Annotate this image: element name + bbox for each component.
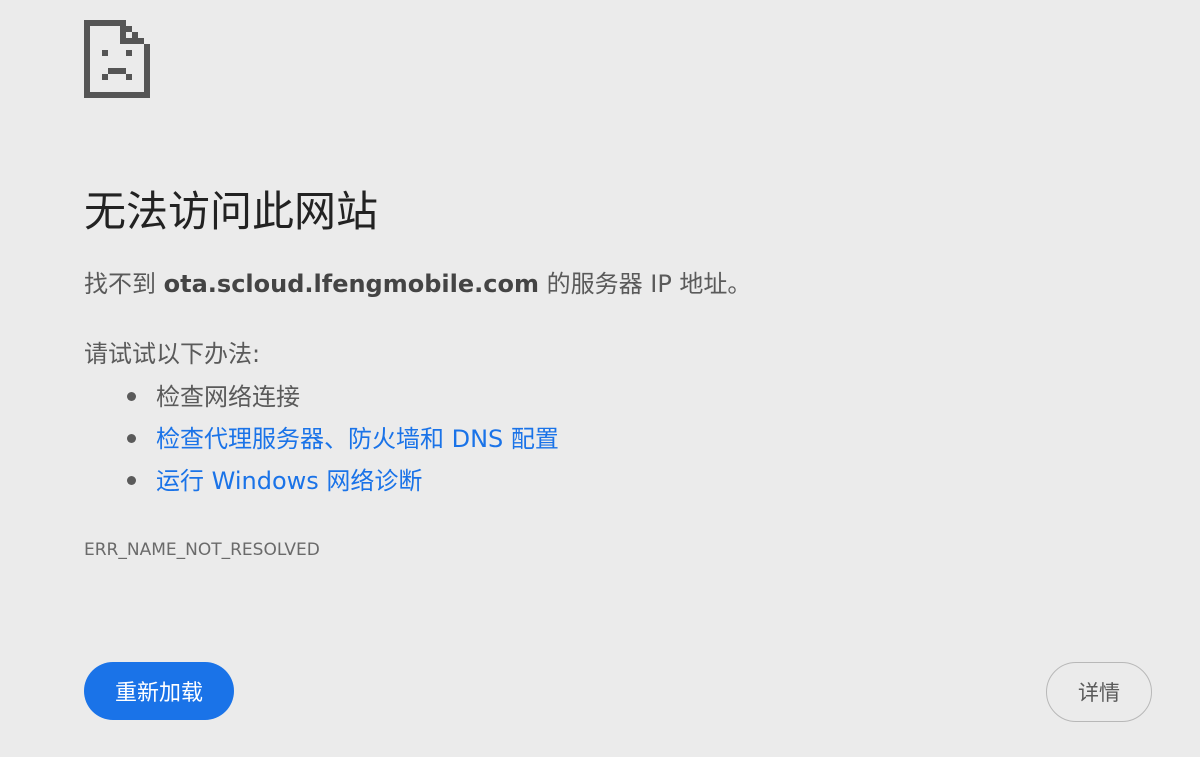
error-message-suffix: 的服务器 IP 地址。	[538, 270, 752, 298]
list-item: 运行 Windows 网络诊断	[84, 460, 559, 502]
page-title: 无法访问此网站	[84, 187, 379, 236]
suggestion-check-network: 检查网络连接	[156, 383, 300, 411]
error-message-prefix: 找不到	[84, 270, 164, 298]
suggestions-list: 检查网络连接 检查代理服务器、防火墙和 DNS 配置 运行 Windows 网络…	[84, 376, 559, 502]
sad-page-icon	[84, 20, 150, 98]
bullet-icon	[127, 476, 136, 485]
suggestion-network-diagnostics-link[interactable]: 运行 Windows 网络诊断	[156, 467, 422, 495]
suggestions-intro: 请试试以下办法:	[84, 340, 261, 368]
list-item: 检查代理服务器、防火墙和 DNS 配置	[84, 418, 559, 460]
error-message-host: ota.scloud.lfengmobile.com	[163, 270, 539, 298]
error-code: ERR_NAME_NOT_RESOLVED	[84, 540, 320, 560]
error-message: 找不到 ota.scloud.lfengmobile.com 的服务器 IP 地…	[84, 266, 751, 302]
bullet-icon	[127, 434, 136, 443]
suggestion-check-proxy-link[interactable]: 检查代理服务器、防火墙和 DNS 配置	[156, 425, 559, 453]
list-item: 检查网络连接	[84, 376, 559, 418]
details-button[interactable]: 详情	[1046, 662, 1152, 722]
reload-button[interactable]: 重新加载	[84, 662, 234, 720]
bullet-icon	[127, 392, 136, 401]
